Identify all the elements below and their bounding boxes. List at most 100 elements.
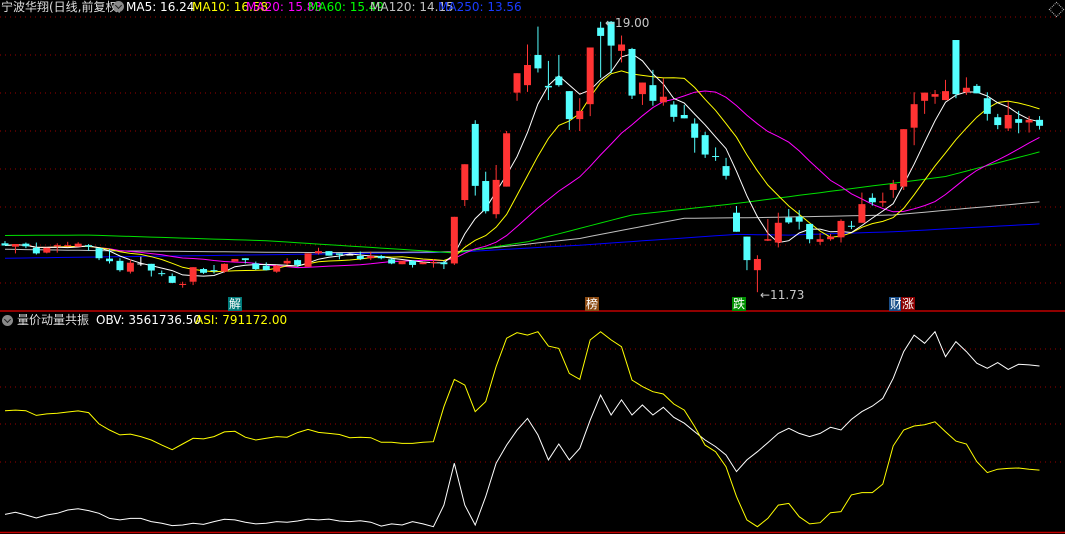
candle-body — [315, 251, 322, 254]
candle-body — [450, 216, 458, 264]
candle-body — [32, 247, 40, 254]
candle — [210, 264, 218, 274]
ma20-line — [4, 90, 1040, 269]
candle — [618, 35, 626, 63]
candle — [1015, 110, 1023, 134]
candle-body — [680, 114, 688, 119]
candle — [126, 259, 134, 274]
candle-body — [774, 222, 782, 243]
candle-body — [346, 254, 354, 256]
candle-body — [931, 94, 939, 97]
candle-body — [670, 104, 678, 117]
candle-body — [492, 179, 500, 215]
candle-body — [220, 263, 228, 272]
indicator-chevron-down-icon[interactable] — [2, 315, 13, 326]
candle-body — [398, 260, 406, 265]
candle-body — [1025, 119, 1033, 123]
candle-body — [419, 262, 427, 265]
candle-body — [189, 267, 197, 282]
candle — [973, 84, 981, 94]
candle-body — [973, 85, 981, 94]
candle — [628, 47, 636, 99]
candle — [95, 248, 103, 261]
candle — [983, 92, 991, 121]
badge-bang[interactable]: 榜 — [585, 297, 600, 311]
chart-title: 宁波华翔(日线,前复权) — [1, 0, 123, 14]
candle — [440, 260, 448, 270]
candle — [806, 223, 814, 244]
candle — [513, 73, 521, 101]
chevron-down-icon[interactable] — [113, 1, 124, 12]
candle-body — [795, 216, 803, 222]
candle-body — [335, 253, 343, 255]
candle-body — [95, 248, 103, 259]
candle — [315, 247, 322, 255]
candle-body — [618, 44, 626, 51]
ma10-line — [4, 70, 1040, 273]
candle — [638, 82, 646, 105]
candle-body — [942, 91, 949, 101]
candle — [900, 129, 908, 190]
candle — [1, 241, 9, 246]
indicator-lines — [4, 330, 1040, 528]
candle-body — [461, 164, 469, 201]
candle-body — [586, 47, 594, 105]
candle — [22, 242, 30, 249]
candle — [220, 263, 228, 273]
candle — [722, 157, 730, 180]
candle — [482, 171, 490, 214]
candle-body — [785, 217, 793, 223]
candle-body — [273, 265, 281, 272]
candle — [816, 233, 824, 245]
candle-body — [722, 166, 730, 176]
candle — [994, 113, 1002, 130]
candle-body — [1036, 119, 1044, 126]
candle-body — [1015, 119, 1023, 123]
candle-body — [879, 201, 887, 203]
candle-body — [816, 239, 824, 242]
candle-body — [252, 263, 260, 270]
candle — [743, 236, 751, 271]
candle — [461, 164, 469, 207]
candle-body — [482, 181, 490, 212]
ma5-label: MA5: 16.24 — [126, 0, 195, 14]
candle-body — [638, 82, 646, 95]
candle-body — [388, 259, 396, 264]
candle — [952, 40, 960, 99]
candle — [597, 21, 605, 78]
candle — [137, 256, 145, 267]
candle-body — [126, 262, 134, 272]
candle-body — [168, 276, 176, 283]
candle — [649, 69, 657, 106]
candle — [168, 273, 176, 284]
stock-chart[interactable]: ←19.00 ←11.73 — [0, 0, 1065, 534]
candle — [503, 131, 511, 187]
ma250-label: MA250: 13.56 — [438, 0, 522, 14]
candle-body — [889, 184, 897, 190]
candle — [586, 47, 594, 117]
candle-body — [994, 117, 1002, 126]
candle — [921, 92, 929, 114]
badge-die[interactable]: 跌 — [732, 297, 747, 311]
candle — [680, 104, 688, 119]
candle-body — [858, 204, 866, 223]
candle — [471, 120, 479, 196]
badge-zhang[interactable]: 涨 — [901, 297, 916, 311]
candle-body — [743, 236, 751, 261]
candle-body — [85, 245, 93, 247]
badge-jie[interactable]: 解 — [228, 297, 243, 311]
candle-body — [325, 251, 333, 256]
candle-body — [1, 243, 9, 246]
candle — [158, 270, 166, 277]
candle-body — [827, 236, 835, 240]
candle-body — [106, 258, 113, 262]
candle — [837, 219, 845, 243]
candle — [712, 147, 720, 161]
candle-body — [701, 135, 709, 155]
candle-body — [659, 96, 667, 103]
high-price-label: ←19.00 — [605, 16, 649, 30]
candle-body — [513, 73, 521, 93]
candle — [231, 258, 239, 262]
candle — [64, 241, 72, 247]
candle — [200, 267, 208, 274]
